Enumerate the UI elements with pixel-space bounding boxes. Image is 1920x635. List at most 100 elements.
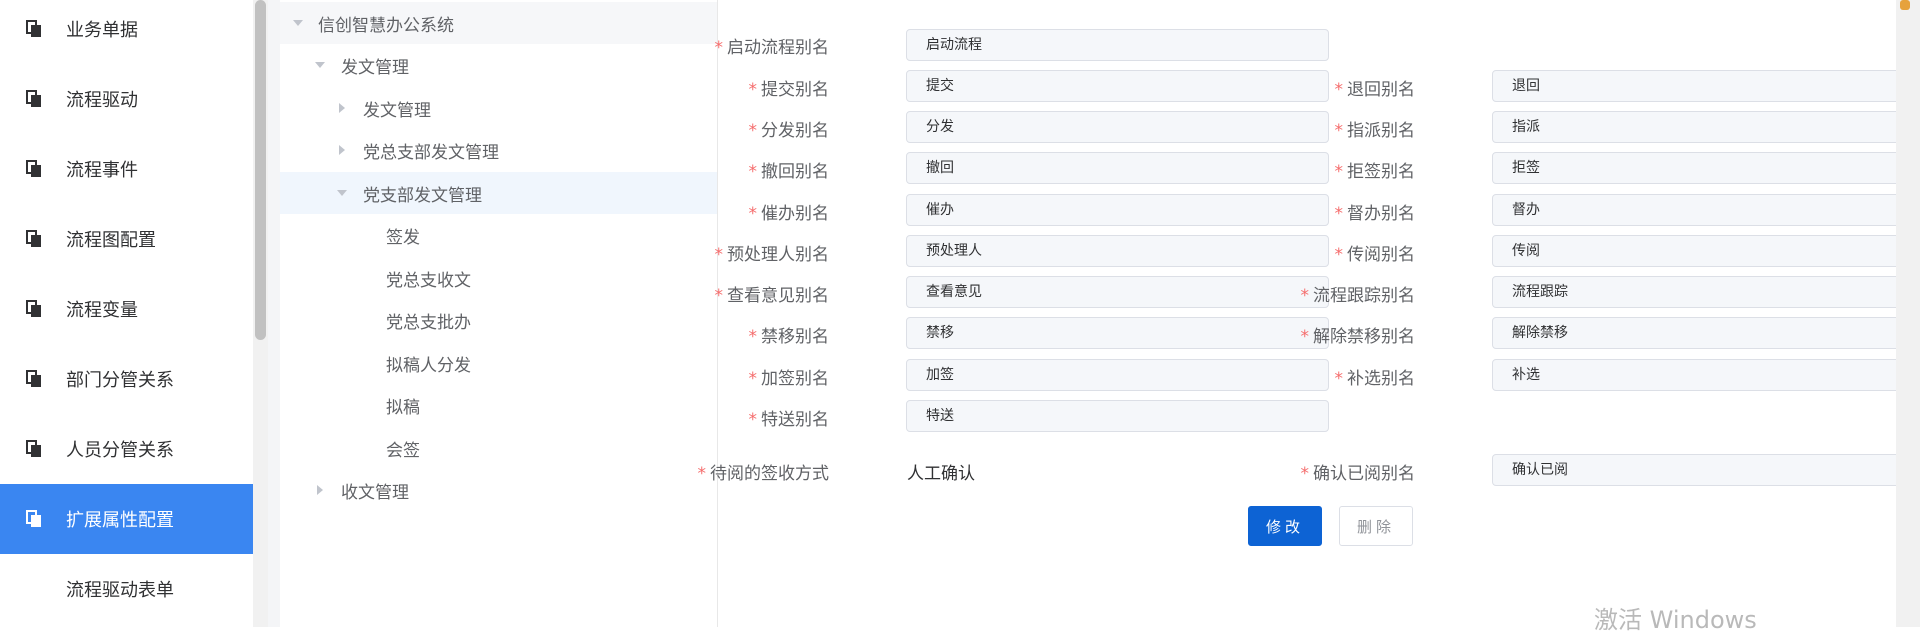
sidebar-scrollbar[interactable] bbox=[253, 0, 268, 627]
field-label-text: 拒签别名 bbox=[1347, 162, 1415, 182]
field-label-text: 撤回别名 bbox=[761, 162, 829, 182]
caret-right-icon[interactable] bbox=[339, 103, 345, 113]
circulate-alias-input[interactable]: 传阅 bbox=[1492, 235, 1908, 267]
menu-item-flowchart-config[interactable]: 流程图配置 bbox=[0, 204, 253, 274]
unban-alias-input[interactable]: 解除禁移 bbox=[1492, 317, 1908, 349]
document-icon bbox=[26, 370, 41, 387]
required-mark: * bbox=[1334, 369, 1344, 389]
field-label-text: 指派别名 bbox=[1347, 121, 1415, 141]
menu-item-label: 业务单据 bbox=[66, 20, 138, 41]
distribute-alias-input[interactable]: 分发 bbox=[906, 111, 1329, 143]
field-label-text: 特送别名 bbox=[761, 410, 829, 430]
tree-node-label: 党总支部发文管理 bbox=[363, 142, 499, 163]
tree-node-leaf[interactable]: 签发 bbox=[280, 214, 717, 256]
special-send-alias-input[interactable]: 特送 bbox=[906, 400, 1329, 432]
menu-item-label: 流程驱动表单 bbox=[66, 580, 174, 601]
document-icon bbox=[26, 230, 41, 247]
preprocess-alias-input[interactable]: 预处理人 bbox=[906, 235, 1329, 267]
withdraw-alias-input[interactable]: 撤回 bbox=[906, 152, 1329, 184]
required-mark: * bbox=[1300, 327, 1310, 347]
document-icon bbox=[26, 300, 41, 317]
caret-down-icon[interactable] bbox=[293, 20, 303, 26]
required-mark: * bbox=[1334, 204, 1344, 224]
caret-down-icon[interactable] bbox=[315, 62, 325, 68]
panel-gap bbox=[268, 0, 280, 627]
field-label: * 指派别名 bbox=[1335, 116, 1416, 141]
tree-node-party-branch-dispatch[interactable]: 党支部发文管理 bbox=[280, 172, 717, 214]
sidebar-scrollbar-thumb[interactable] bbox=[255, 0, 266, 340]
menu-item-extended-attrs[interactable]: 扩展属性配置 bbox=[0, 484, 253, 554]
menu-item-label: 人员分管关系 bbox=[66, 440, 174, 461]
caret-right-icon[interactable] bbox=[317, 485, 323, 495]
tree-node-leaf[interactable]: 拟稿人分发 bbox=[280, 342, 717, 384]
required-mark: * bbox=[1300, 464, 1310, 484]
add-sign-alias-input[interactable]: 加签 bbox=[906, 359, 1329, 391]
tree-node-dispatch[interactable]: 发文管理 bbox=[280, 44, 717, 86]
required-mark: * bbox=[748, 204, 758, 224]
reject-alias-input[interactable]: 拒签 bbox=[1492, 152, 1908, 184]
modify-button[interactable]: 修改 bbox=[1248, 506, 1322, 546]
sign-mode-value[interactable]: 人工确认 bbox=[907, 459, 975, 484]
required-mark: * bbox=[748, 327, 758, 347]
page-scrollbar-thumb[interactable] bbox=[1900, 0, 1910, 10]
field-label: * 撤回别名 bbox=[749, 157, 830, 182]
menu-item-flow-events[interactable]: 流程事件 bbox=[0, 134, 253, 204]
page-scrollbar[interactable] bbox=[1896, 0, 1920, 627]
field-label: * 特送别名 bbox=[749, 405, 830, 430]
tree-node-label: 会签 bbox=[386, 440, 420, 461]
start-alias-input[interactable]: 启动流程 bbox=[906, 29, 1329, 61]
menu-item-flow-variables[interactable]: 流程变量 bbox=[0, 274, 253, 344]
return-alias-input[interactable]: 退回 bbox=[1492, 70, 1908, 102]
urge-alias-input[interactable]: 催办 bbox=[906, 194, 1329, 226]
document-icon bbox=[26, 90, 41, 107]
tree-node-leaf[interactable]: 拟稿 bbox=[280, 384, 717, 426]
field-label: * 确认已阅别名 bbox=[1301, 459, 1416, 484]
menu-item-label: 流程驱动 bbox=[66, 90, 138, 111]
menu-item-label: 部门分管关系 bbox=[66, 370, 174, 391]
field-label-text: 禁移别名 bbox=[761, 327, 829, 347]
required-mark: * bbox=[1334, 245, 1344, 265]
supervise-alias-input[interactable]: 督办 bbox=[1492, 194, 1908, 226]
field-label-text: 预处理人别名 bbox=[727, 245, 829, 265]
category-tree: 信创智慧办公系统 发文管理 发文管理 党总支部发文管理 党支部发文管理 签发 党… bbox=[280, 0, 718, 627]
caret-down-icon[interactable] bbox=[337, 190, 347, 196]
delete-button[interactable]: 删除 bbox=[1339, 506, 1413, 546]
assign-alias-input[interactable]: 指派 bbox=[1492, 111, 1908, 143]
tree-node-label: 发文管理 bbox=[363, 100, 431, 121]
document-icon bbox=[26, 160, 41, 177]
tree-node-leaf[interactable]: 党总支批办 bbox=[280, 299, 717, 341]
tree-node-party-general-dispatch[interactable]: 党总支部发文管理 bbox=[280, 129, 717, 171]
tree-node-leaf[interactable]: 党总支收文 bbox=[280, 257, 717, 299]
track-alias-input[interactable]: 流程跟踪 bbox=[1492, 276, 1908, 308]
tree-node-label: 拟稿人分发 bbox=[386, 355, 471, 376]
submit-alias-input[interactable]: 提交 bbox=[906, 70, 1329, 102]
tree-node-dispatch-sub[interactable]: 发文管理 bbox=[280, 87, 717, 129]
tree-node-receive[interactable]: 收文管理 bbox=[280, 469, 717, 511]
tree-node-label: 签发 bbox=[386, 227, 420, 248]
supplement-alias-input[interactable]: 补选 bbox=[1492, 359, 1908, 391]
caret-right-icon[interactable] bbox=[339, 145, 345, 155]
tree-node-root[interactable]: 信创智慧办公系统 bbox=[280, 2, 717, 44]
field-label: * 禁移别名 bbox=[749, 322, 830, 347]
menu-item-label: 流程事件 bbox=[66, 160, 138, 181]
field-label-text: 流程跟踪别名 bbox=[1313, 286, 1415, 306]
activation-watermark: 激活 Windows bbox=[1594, 606, 1757, 634]
field-label: * 流程跟踪别名 bbox=[1301, 281, 1416, 306]
field-label-text: 督办别名 bbox=[1347, 204, 1415, 224]
ban-alias-input[interactable]: 禁移 bbox=[906, 317, 1329, 349]
required-mark: * bbox=[1334, 162, 1344, 182]
confirm-read-alias-input[interactable]: 确认已阅 bbox=[1492, 454, 1908, 486]
view-opinion-alias-input[interactable]: 查看意见 bbox=[906, 276, 1329, 308]
menu-item-dept-relations[interactable]: 部门分管关系 bbox=[0, 344, 253, 414]
menu-item-business-docs[interactable]: 业务单据 bbox=[0, 0, 253, 64]
tree-node-label: 发文管理 bbox=[341, 57, 409, 78]
menu-item-flow-driver-form[interactable]: 流程驱动表单 bbox=[0, 554, 253, 624]
menu-item-flow-driver[interactable]: 流程驱动 bbox=[0, 64, 253, 134]
tree-node-leaf[interactable]: 会签 bbox=[280, 427, 717, 469]
menu-item-label: 扩展属性配置 bbox=[66, 510, 174, 531]
menu-item-person-relations[interactable]: 人员分管关系 bbox=[0, 414, 253, 484]
field-label-text: 确认已阅别名 bbox=[1313, 464, 1415, 484]
field-label: * 加签别名 bbox=[749, 364, 830, 389]
tree-node-label: 党总支批办 bbox=[386, 312, 471, 333]
field-label: * 拒签别名 bbox=[1335, 157, 1416, 182]
